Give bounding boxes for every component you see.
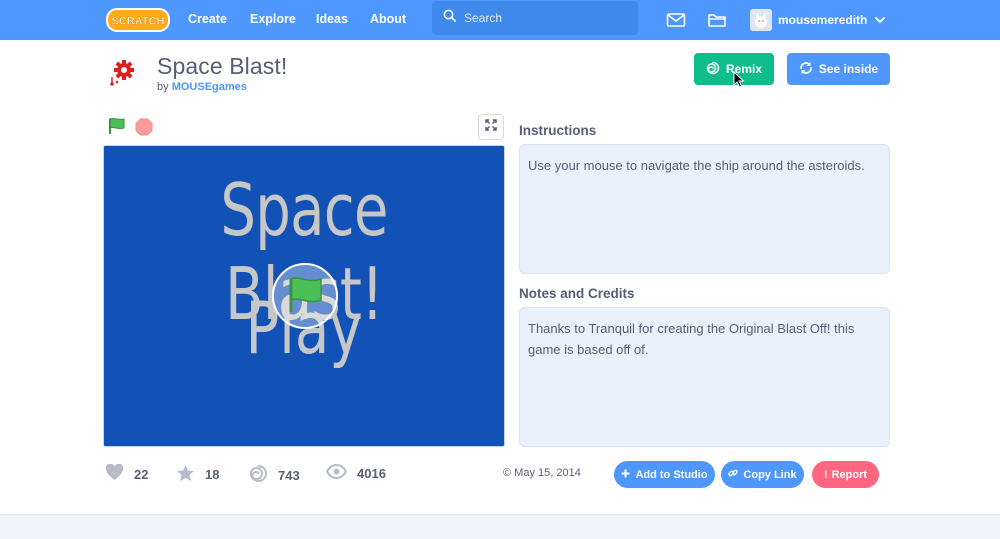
svg-text:SCRATCH: SCRATCH [112, 16, 165, 28]
report-button[interactable]: ! Report [812, 461, 879, 488]
project-title: Space Blast! [157, 53, 288, 79]
star-icon [176, 464, 205, 485]
author-link[interactable]: MOUSEgames [172, 81, 247, 93]
messages-icon[interactable] [666, 10, 686, 30]
username-label: mousemeredith [778, 13, 868, 27]
stop-button[interactable] [135, 118, 153, 141]
project-author-line: by MOUSEgames [157, 81, 247, 93]
by-prefix: by [157, 81, 169, 93]
instructions-text: Use your mouse to navigate the ship arou… [528, 158, 865, 173]
views-count: 4016 [357, 465, 386, 481]
eye-icon [325, 463, 357, 482]
nav-ideas-link[interactable]: Ideas [316, 0, 348, 40]
my-stuff-folder-icon[interactable] [707, 10, 727, 30]
date-text: May 15, 2014 [514, 467, 581, 479]
exclamation-icon: ! [823, 468, 828, 481]
copyright-icon: © [503, 467, 512, 479]
copy-link-label: Copy Link [743, 468, 797, 481]
green-flag-overlay-button[interactable] [272, 263, 338, 329]
remix-stat: 743 [249, 464, 300, 486]
add-to-studio-button[interactable]: Add to Studio [614, 461, 715, 488]
instructions-box: Use your mouse to navigate the ship arou… [519, 144, 890, 274]
green-flag-icon [285, 274, 325, 319]
link-icon [728, 468, 743, 481]
mouse-pointer-icon [733, 70, 745, 93]
see-inside-button[interactable]: See inside [787, 53, 890, 85]
remix-icon [706, 61, 726, 78]
project-thumbnail-icon [108, 57, 138, 87]
project-stage[interactable]: Space Blast! Play [103, 145, 505, 447]
remix-count: 743 [278, 467, 300, 483]
shared-date: © May 15, 2014 [503, 467, 581, 479]
notes-text: Thanks to Tranquil for creating the Orig… [528, 321, 855, 357]
instructions-label: Instructions [519, 123, 597, 138]
nav-about-link[interactable]: About [370, 0, 406, 40]
notes-box: Thanks to Tranquil for creating the Orig… [519, 307, 890, 447]
scratch-logo[interactable]: SCRATCH [106, 7, 170, 33]
nav-explore-link[interactable]: Explore [250, 0, 296, 40]
top-navbar: SCRATCH Create Explore Ideas About mouse… [0, 0, 1000, 40]
remix-count-icon [249, 464, 278, 486]
chevron-down-icon [875, 11, 886, 29]
see-inside-icon [799, 61, 819, 78]
search-input[interactable] [464, 11, 634, 25]
nav-create-link[interactable]: Create [188, 0, 227, 40]
love-count: 22 [134, 466, 149, 482]
love-stat[interactable]: 22 [105, 463, 149, 484]
search-bar[interactable] [432, 1, 638, 35]
heart-icon [105, 463, 134, 484]
green-flag-button[interactable] [108, 117, 126, 140]
account-menu[interactable]: mousemeredith [750, 8, 886, 32]
add-to-studio-label: Add to Studio [635, 468, 708, 481]
fullscreen-icon [485, 118, 497, 136]
report-label: Report [831, 468, 868, 481]
views-stat: 4016 [325, 463, 386, 482]
avatar [750, 9, 772, 31]
see-inside-label: See inside [818, 62, 879, 76]
copy-link-button[interactable]: Copy Link [721, 461, 804, 488]
notes-label: Notes and Credits [519, 286, 635, 301]
page-footer [0, 514, 1000, 539]
favorite-count: 18 [205, 467, 220, 482]
search-icon [443, 9, 456, 27]
fullscreen-button[interactable] [478, 114, 504, 140]
favorite-stat[interactable]: 18 [176, 464, 219, 485]
plus-icon [621, 469, 635, 481]
